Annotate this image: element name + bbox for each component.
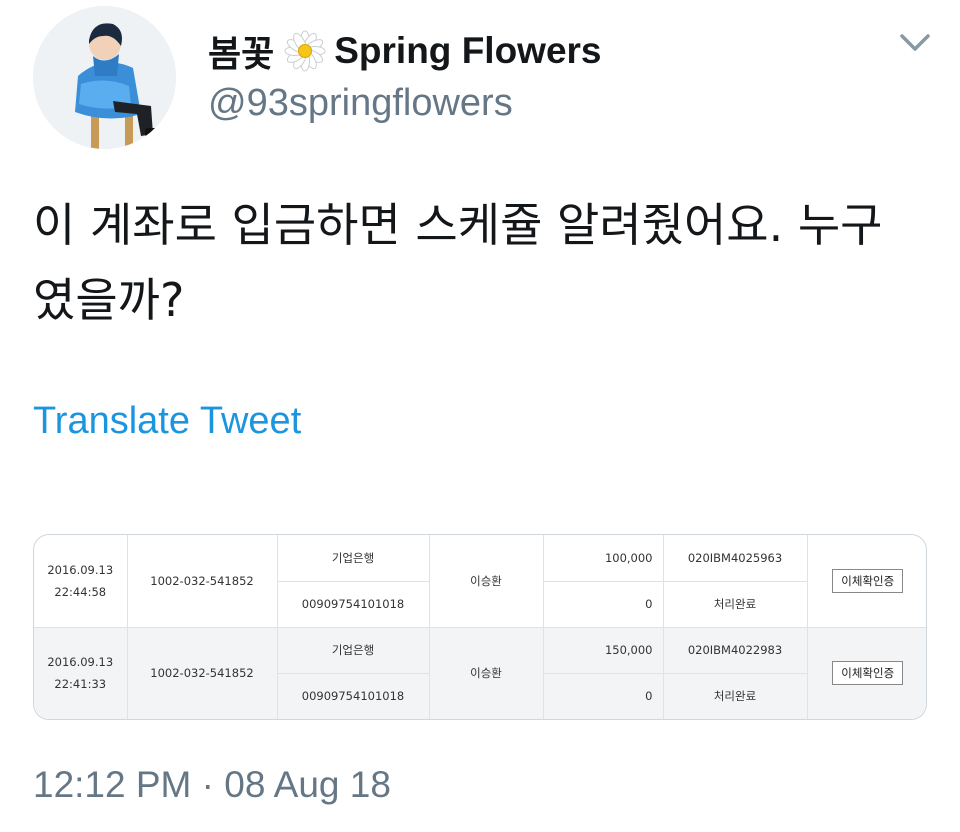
transaction-datetime: 2016.09.13 22:41:33 [34,626,128,719]
translate-tweet-link[interactable]: Translate Tweet [33,400,301,443]
transaction-id: 020IBM4025963 [662,535,808,582]
transaction-datetime: 2016.09.13 22:44:58 [34,535,128,628]
table-row: 2016.09.13 22:41:33 1002-032-541852 기업은행… [34,626,926,719]
transaction-status: 처리완료 [662,672,807,719]
transaction-status: 처리완료 [662,580,807,628]
bank-name: 기업은행 [276,535,430,582]
transaction-table: 2016.09.13 22:44:58 1002-032-541852 기업은행… [34,535,926,719]
transfer-confirmation-button[interactable]: 이체확인증 [832,661,904,685]
avatar[interactable] [33,6,176,149]
display-name[interactable]: 봄꽃 Spring Flowers [208,26,602,76]
user-handle[interactable]: @93springflowers [208,82,513,125]
transfer-fee: 0 [542,672,664,719]
recipient-name: 이승환 [428,535,544,628]
recipient-account-number: 00909754101018 [277,672,430,719]
chevron-down-icon[interactable] [898,30,932,56]
account-number: 1002-032-541852 [126,535,278,628]
recipient-name: 이승환 [428,626,544,719]
recipient-account-number: 00909754101018 [277,580,430,628]
transaction-id: 020IBM4022983 [662,626,808,674]
display-name-korean: 봄꽃 [208,34,275,75]
display-name-english: Spring Flowers [334,30,602,71]
tweet-timestamp[interactable]: 12:12 PM · 08 Aug 18 [33,764,391,806]
account-number: 1002-032-541852 [126,626,278,719]
confirm-cell: 이체확인증 [806,626,926,719]
tweet-media-image[interactable]: 2016.09.13 22:44:58 1002-032-541852 기업은행… [33,534,927,720]
transfer-confirmation-button[interactable]: 이체확인증 [832,568,904,593]
daisy-icon [284,30,326,72]
confirm-cell: 이체확인증 [806,535,926,628]
transfer-amount: 150,000 [542,626,664,674]
bank-name: 기업은행 [276,626,430,674]
transfer-fee: 0 [542,580,664,628]
transfer-amount: 100,000 [542,535,664,582]
tweet-text: 이 계좌로 입금하면 스케쥴 알려줬어요. 누구였을까? [33,198,883,327]
table-row: 2016.09.13 22:44:58 1002-032-541852 기업은행… [34,535,926,628]
